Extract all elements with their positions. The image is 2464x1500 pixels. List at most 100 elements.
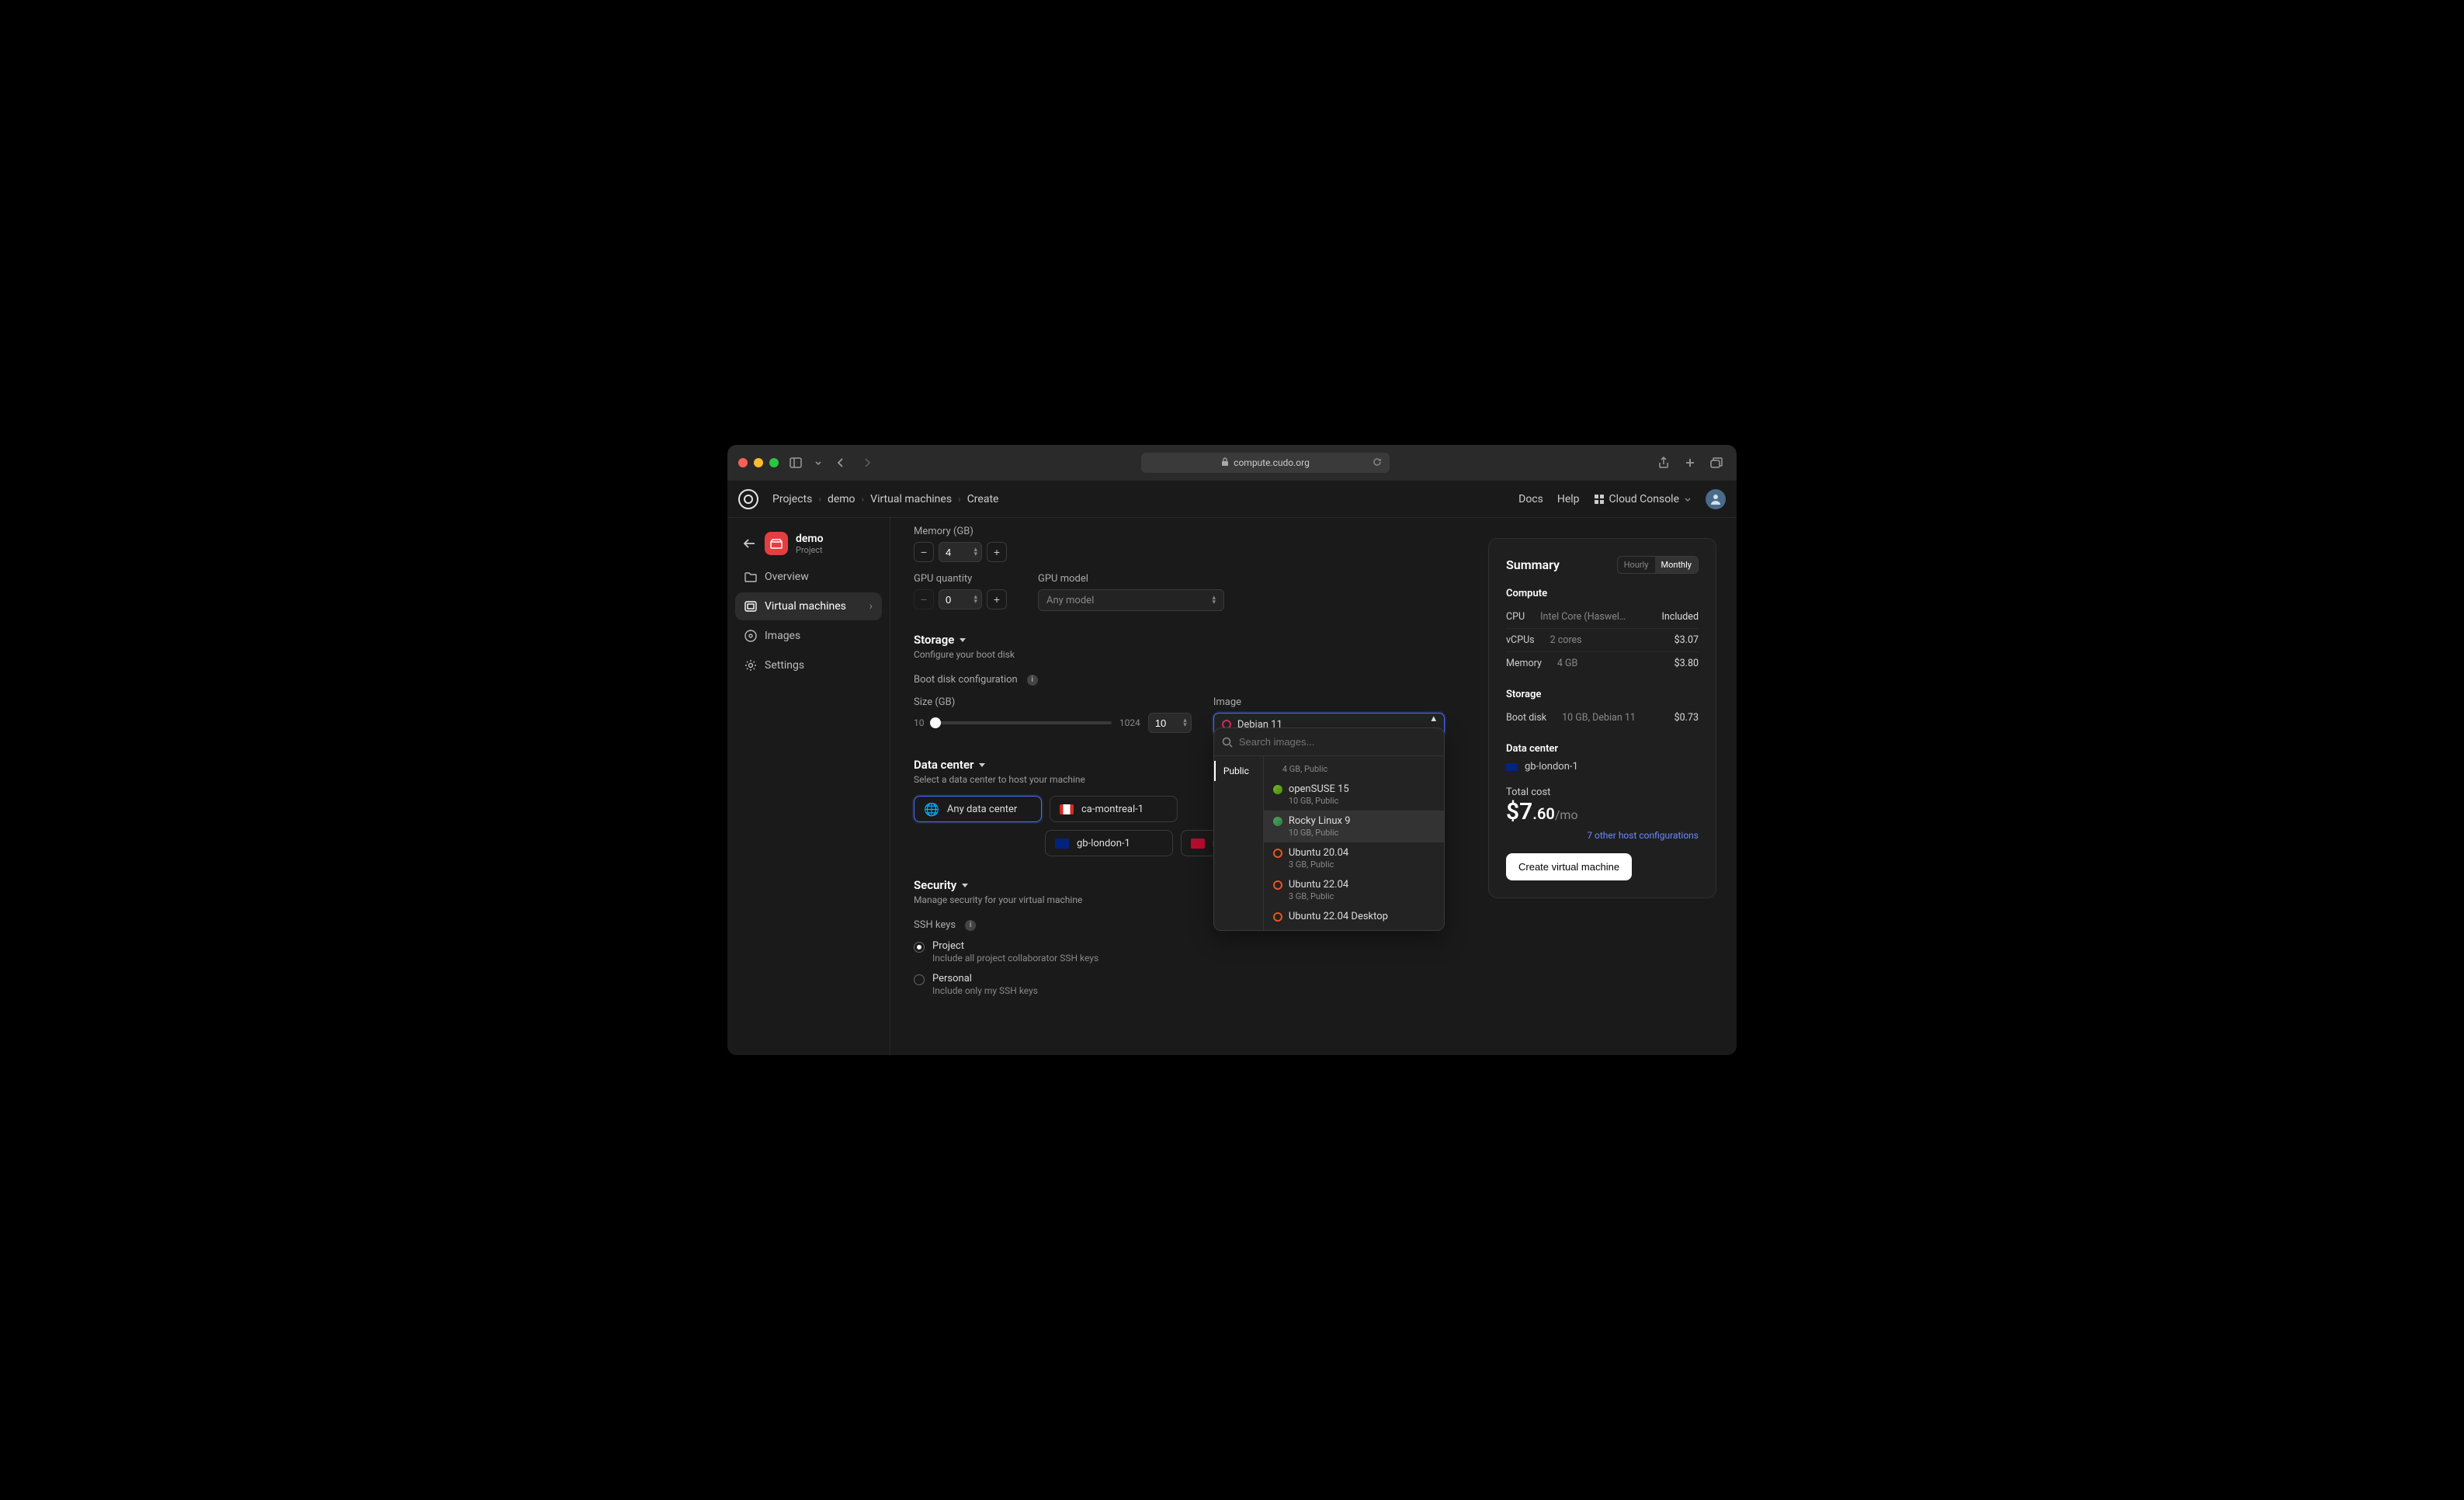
sidebar-item-settings[interactable]: Settings	[735, 651, 882, 679]
total-cost-label: Total cost	[1506, 786, 1699, 798]
project-subtitle: Project	[796, 545, 824, 555]
triangle-down-icon	[959, 636, 967, 644]
flag-norway-icon	[1191, 839, 1205, 849]
window-controls	[738, 458, 779, 467]
flag-canada-icon	[1060, 804, 1074, 814]
summary-title: Summary	[1506, 557, 1560, 572]
crumb-demo[interactable]: demo	[828, 493, 855, 505]
dc-option-gb-london[interactable]: gb-london-1	[1045, 830, 1173, 856]
memory-increment[interactable]: +	[987, 542, 1007, 562]
row-cpu: CPU Intel Core (Haswel… Included	[1506, 606, 1699, 629]
gear-icon	[744, 659, 757, 672]
info-icon[interactable]: i	[965, 920, 976, 931]
image-option-ubuntu-2204[interactable]: Ubuntu 22.04 3 GB, Public	[1264, 874, 1444, 906]
project-badge-icon	[765, 532, 788, 555]
new-tab-icon[interactable]	[1681, 453, 1699, 472]
topnav: Projects › demo › Virtual machines › Cre…	[727, 481, 1737, 518]
storage-subtitle: Configure your boot disk	[914, 649, 1445, 660]
disc-icon	[744, 630, 757, 642]
globe-icon: 🌐	[924, 802, 939, 817]
size-slider[interactable]	[932, 721, 1112, 724]
url-text: compute.cudo.org	[1234, 457, 1310, 468]
ssh-keys-label: SSH keys	[914, 919, 956, 931]
image-search-input[interactable]	[1239, 736, 1436, 748]
breadcrumbs: Projects › demo › Virtual machines › Cre…	[772, 493, 998, 505]
image-option-opensuse[interactable]: openSUSE 15 10 GB, Public	[1264, 779, 1444, 811]
sidebar-item-images[interactable]: Images	[735, 622, 882, 650]
crumb-create[interactable]: Create	[967, 493, 999, 505]
slider-thumb[interactable]	[930, 717, 941, 728]
reload-icon[interactable]	[1373, 457, 1382, 469]
toggle-hourly[interactable]: Hourly	[1618, 557, 1655, 573]
image-dropdown: Public 4 GB, Public openSUSE 15 1	[1213, 727, 1445, 931]
ssh-option-project[interactable]: Project Include all project collaborator…	[914, 940, 1445, 964]
image-option-ubuntu-2204-desktop[interactable]: Ubuntu 22.04 Desktop	[1264, 906, 1444, 927]
tabs-icon[interactable]	[1707, 453, 1726, 472]
total-price: $7.60/mo	[1506, 798, 1699, 825]
ubuntu-icon	[1273, 849, 1282, 858]
browser-chrome: compute.cudo.org	[727, 445, 1737, 481]
spinner-icon[interactable]: ▴▾	[973, 547, 977, 557]
storage-section-toggle[interactable]: Storage	[914, 633, 1445, 647]
nav-docs[interactable]: Docs	[1518, 493, 1543, 505]
back-arrow-icon[interactable]	[741, 538, 757, 549]
spinner-icon[interactable]: ▴▾	[1183, 718, 1187, 727]
main-content: Memory (GB) − ▴▾ + GPU quantity −	[890, 518, 1468, 1055]
memory-decrement[interactable]: −	[914, 542, 934, 562]
share-icon[interactable]	[1654, 453, 1673, 472]
image-tab-public[interactable]: Public	[1214, 761, 1263, 781]
back-icon[interactable]	[831, 453, 850, 472]
radio-checked-icon[interactable]	[914, 942, 925, 953]
ssh-option-personal[interactable]: Personal Include only my SSH keys	[914, 973, 1445, 996]
chevron-down-icon[interactable]	[813, 453, 824, 472]
opensuse-icon	[1273, 785, 1282, 794]
memory-label: Memory (GB)	[914, 526, 1445, 537]
close-window[interactable]	[738, 458, 748, 467]
url-bar[interactable]: compute.cudo.org	[1141, 453, 1390, 473]
gpu-increment[interactable]: +	[987, 589, 1007, 609]
chevron-right-icon: ›	[862, 494, 865, 505]
chevron-right-icon: ›	[869, 600, 873, 613]
maximize-window[interactable]	[769, 458, 779, 467]
vm-icon	[744, 601, 757, 612]
crumb-vms[interactable]: Virtual machines	[870, 493, 952, 505]
gpu-qty-stepper: − ▴▾ +	[914, 589, 1007, 609]
gpu-qty-label: GPU quantity	[914, 573, 1007, 585]
dc-option-any[interactable]: 🌐 Any data center	[914, 796, 1042, 822]
nav-cloud-console[interactable]: Cloud Console	[1594, 493, 1692, 505]
row-bootdisk: Boot disk 10 GB, Debian 11 $0.73	[1506, 707, 1699, 729]
gpu-model-select[interactable]: Any model ▴▾	[1038, 589, 1224, 611]
flag-uk-icon	[1506, 763, 1517, 771]
forward-icon[interactable]	[858, 453, 876, 472]
user-avatar[interactable]	[1706, 489, 1726, 509]
crumb-projects[interactable]: Projects	[772, 493, 812, 505]
lock-icon	[1221, 457, 1229, 469]
image-option-partial[interactable]: 4 GB, Public	[1264, 759, 1444, 779]
radio-unchecked-icon[interactable]	[914, 974, 925, 985]
billing-toggle[interactable]: Hourly Monthly	[1617, 556, 1699, 574]
chevron-down-icon	[1684, 495, 1692, 503]
dc-option-ca-montreal[interactable]: ca-montreal-1	[1050, 796, 1178, 822]
brand-logo[interactable]	[738, 489, 758, 509]
sidebar-toggle-icon[interactable]	[786, 453, 805, 472]
spinner-icon[interactable]: ▴▾	[973, 595, 977, 604]
row-memory: Memory 4 GB $3.80	[1506, 652, 1699, 675]
gpu-decrement[interactable]: −	[914, 589, 934, 609]
datacenter-heading: Data center	[1506, 743, 1699, 755]
project-name: demo	[796, 533, 824, 545]
image-option-rocky[interactable]: Rocky Linux 9 10 GB, Public	[1264, 811, 1444, 842]
nav-help[interactable]: Help	[1557, 493, 1580, 505]
image-option-ubuntu-2004[interactable]: Ubuntu 20.04 3 GB, Public	[1264, 842, 1444, 874]
ubuntu-icon	[1273, 912, 1282, 922]
sidebar-item-virtual-machines[interactable]: Virtual machines ›	[735, 592, 882, 620]
memory-stepper: − ▴▾ +	[914, 542, 1445, 562]
grid-icon	[1594, 494, 1605, 505]
minimize-window[interactable]	[754, 458, 763, 467]
create-vm-button[interactable]: Create virtual machine	[1506, 853, 1632, 880]
sidebar-item-overview[interactable]: Overview	[735, 563, 882, 591]
ubuntu-icon	[1273, 880, 1282, 890]
toggle-monthly[interactable]: Monthly	[1655, 557, 1699, 573]
triangle-down-icon	[978, 761, 986, 769]
other-configurations-link[interactable]: 7 other host configurations	[1506, 830, 1699, 841]
info-icon[interactable]: i	[1027, 675, 1038, 686]
